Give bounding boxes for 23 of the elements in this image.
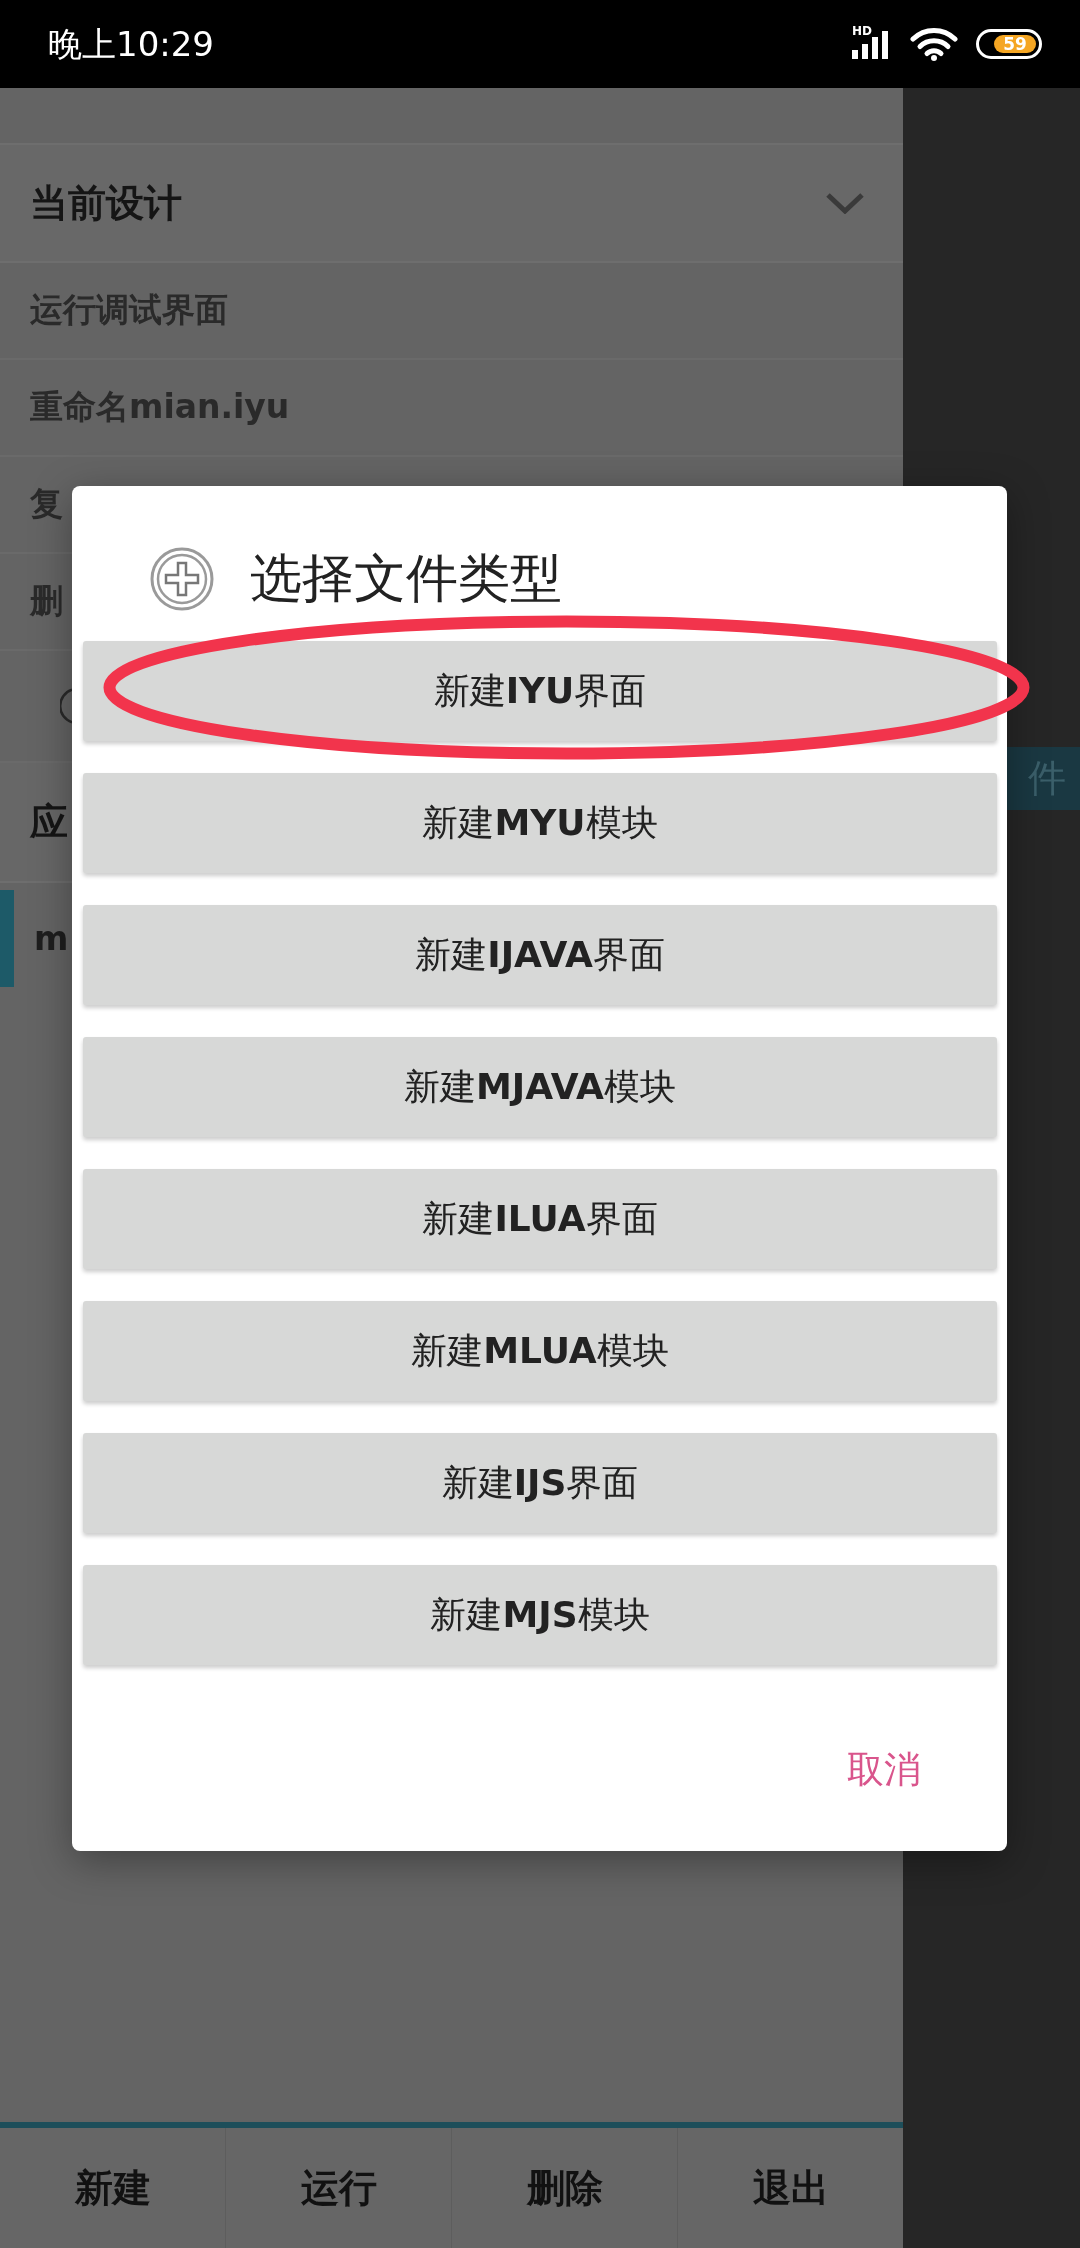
section-title: 当前设计: [30, 179, 182, 227]
network-type-label: HD: [852, 25, 872, 37]
file-type-option[interactable]: 新建ILUA界面: [83, 1169, 997, 1269]
cancel-button[interactable]: 取消: [831, 1735, 937, 1805]
file-item[interactable]: m: [34, 919, 69, 958]
file-type-option[interactable]: 新建IJAVA界面: [83, 905, 997, 1005]
menu-item[interactable]: 重命名mian.iyu: [30, 385, 290, 430]
file-type-option[interactable]: 新建MLUA模块: [83, 1301, 997, 1401]
file-type-option[interactable]: 新建IJS界面: [83, 1433, 997, 1533]
chevron-down-icon[interactable]: [825, 192, 865, 214]
add-circle-icon: [150, 547, 214, 611]
status-time: 晚上10:29: [48, 24, 214, 64]
wifi-icon: [910, 27, 958, 61]
menu-item[interactable]: 运行调试界面: [30, 288, 228, 333]
file-type-option[interactable]: 新建MYU模块: [83, 773, 997, 873]
menu-item[interactable]: 复: [30, 482, 63, 527]
file-type-option[interactable]: 新建IYU界面: [83, 641, 997, 741]
menu-item[interactable]: 删: [30, 579, 63, 624]
section-title: 应: [30, 798, 68, 846]
battery-percent: 59: [994, 35, 1036, 53]
file-type-option[interactable]: 新建MJAVA模块: [83, 1037, 997, 1137]
dialog-title: 选择文件类型: [250, 547, 562, 610]
file-type-option[interactable]: 新建MJS模块: [83, 1565, 997, 1665]
